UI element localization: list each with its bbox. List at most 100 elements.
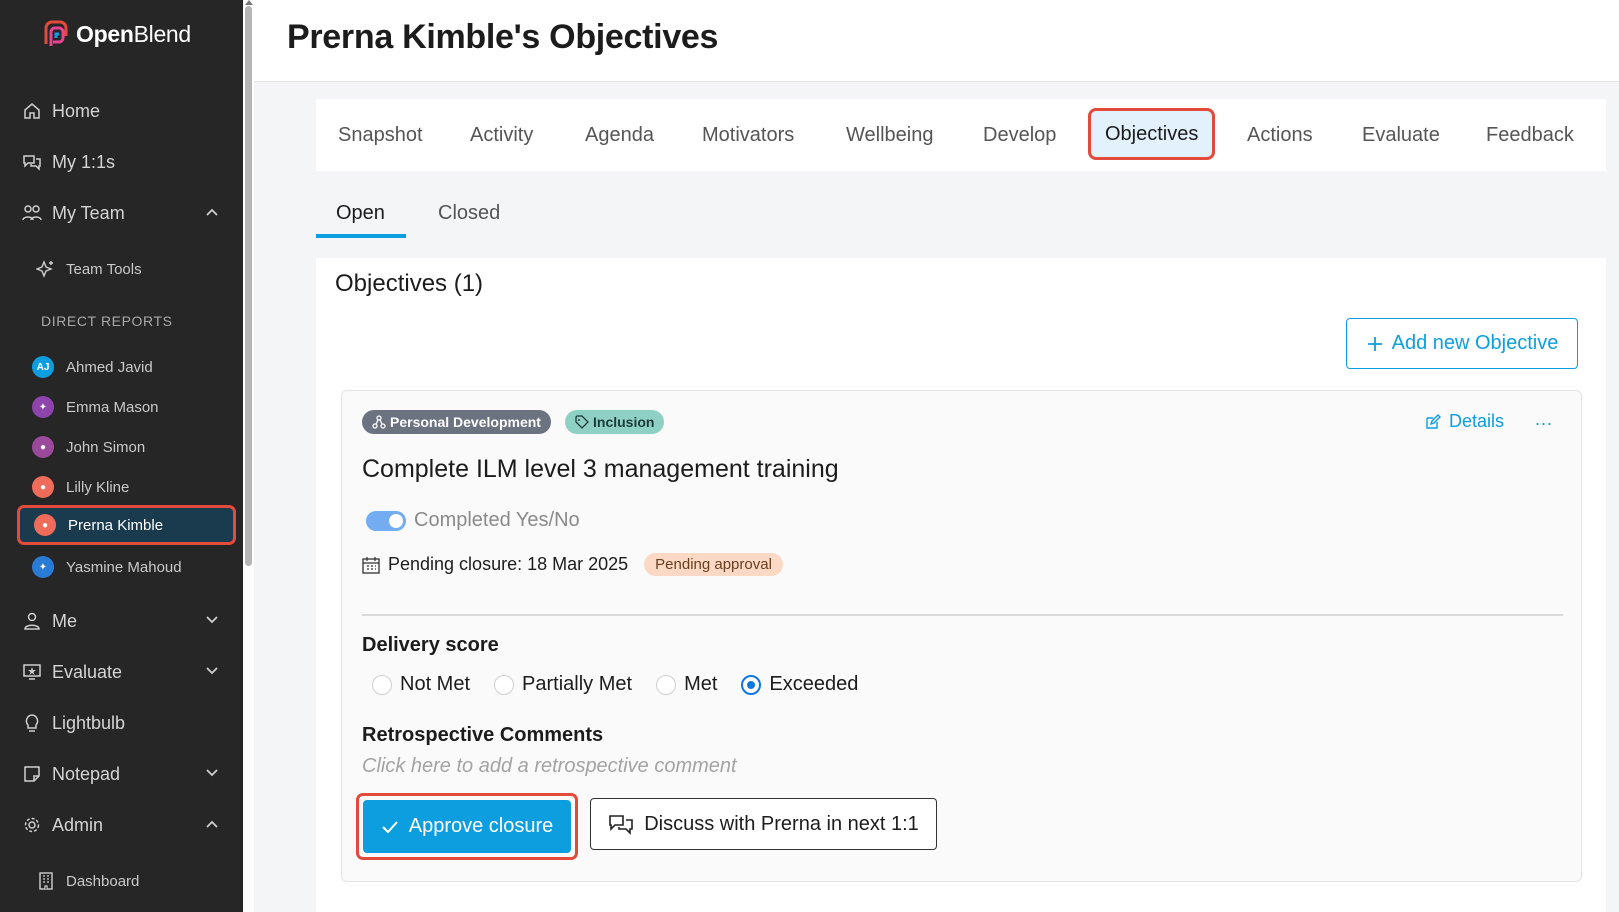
tab-feedback[interactable]: Feedback [1486,99,1574,171]
more-options-icon[interactable]: ... [1535,409,1553,430]
sidebar-item-me[interactable]: Me [0,601,243,641]
chat-bubbles-icon [609,815,634,835]
completed-toggle-row: Completed Yes/No [366,509,580,532]
add-objective-label: Add new Objective [1391,332,1559,354]
radio-label: Met [684,673,718,695]
chevron-up-icon[interactable] [205,205,219,219]
tab-actions[interactable]: Actions [1247,99,1313,171]
openblend-logo-icon [44,20,68,46]
avatar: ● [34,514,56,536]
chevron-down-icon[interactable] [205,766,219,780]
delivery-score-label: Delivery score [362,634,499,656]
radio-label: Partially Met [522,673,633,695]
subtab-closed[interactable]: Closed [438,202,500,225]
scroll-up-arrow-icon[interactable] [245,0,253,5]
chat-bubbles-icon [22,152,42,172]
openblend-logo[interactable]: OpenBlend [40,18,191,50]
sidebar-item-label: My Team [52,202,125,223]
tab-motivators[interactable]: Motivators [702,99,794,171]
discuss-in-next-1-1-button[interactable]: Discuss with Prerna in next 1:1 [590,798,937,850]
report-yasmine-mahoud[interactable]: ✦ Yasmine Mahoud [30,550,234,584]
calendar-icon [362,556,380,574]
delivery-score-options: Not Met Partially Met Met Exceeded [372,673,882,696]
sidebar-item-label: Me [52,610,78,631]
tab-evaluate[interactable]: Evaluate [1362,99,1440,171]
report-emma-mason[interactable]: ✦ Emma Mason [30,390,234,424]
tab-agenda[interactable]: Agenda [585,99,654,171]
tab-snapshot[interactable]: Snapshot [338,99,423,171]
report-name: John Simon [66,438,146,456]
scrollbar-thumb[interactable] [245,6,252,566]
score-not-met-radio[interactable]: Not Met [372,673,470,696]
sidebar-item-my-1-1s[interactable]: My 1:1s [0,142,243,182]
chevron-down-icon[interactable] [205,664,219,678]
divider [362,614,1563,616]
tab-activity[interactable]: Activity [470,99,533,171]
report-lilly-kline[interactable]: ● Lilly Kline [30,470,234,504]
team-icon [22,203,42,223]
avatar: ● [32,436,54,458]
report-name: Emma Mason [66,398,159,416]
sidebar-item-my-team[interactable]: My Team [0,193,243,233]
theme-tag-label: Inclusion [593,414,655,430]
subtab-open[interactable]: Open [336,202,385,225]
avatar: AJ [32,356,54,378]
radio-label: Exceeded [769,673,859,695]
score-met-radio[interactable]: Met [656,673,717,696]
sidebar-item-label: Dashboard [66,872,140,890]
lightbulb-icon [22,713,42,733]
report-name: Prerna Kimble [68,516,164,534]
sidebar-item-label: Lightbulb [52,712,126,733]
sidebar-item-admin[interactable]: Admin [0,805,243,845]
sidebar-item-evaluate[interactable]: Evaluate [0,652,243,692]
sidebar-item-notepad[interactable]: Notepad [0,754,243,794]
report-ahmed-javid[interactable]: AJ Ahmed Javid [30,350,234,384]
sidebar-item-home[interactable]: Home [0,91,243,131]
sidebar-item-lightbulb[interactable]: Lightbulb [0,703,243,743]
sparkles-icon [36,259,56,279]
approve-closure-highlight: Approve closure [356,793,578,860]
person-icon [22,611,42,631]
completed-toggle-label: Completed Yes/No [414,509,580,531]
tab-develop[interactable]: Develop [983,99,1056,171]
radio-circle [372,674,392,695]
radio-circle [741,674,762,695]
category-tag: Personal Development [362,410,551,434]
checkmark-icon [382,820,398,833]
score-exceeded-radio[interactable]: Exceeded [741,673,858,696]
retrospective-comment-input[interactable]: Click here to add a retrospective commen… [362,755,737,778]
report-john-simon[interactable]: ● John Simon [30,430,234,464]
objective-title[interactable]: Complete ILM level 3 management training [362,455,839,484]
sidebar-item-label: Home [52,100,101,121]
sidebar-item-team-tools[interactable]: Team Tools [0,252,243,286]
approve-closure-button[interactable]: Approve closure [363,800,571,853]
category-tag-label: Personal Development [390,414,541,430]
discuss-label: Discuss with Prerna in next 1:1 [644,812,919,835]
plus-icon [1367,336,1382,351]
sidebar-item-label: Evaluate [52,661,123,682]
edit-icon [1426,413,1441,429]
avatar: ✦ [32,556,54,578]
sidebar-item-dashboard[interactable]: Dashboard [0,864,243,898]
completed-toggle[interactable] [366,510,406,531]
chevron-up-icon[interactable] [205,817,219,831]
details-link[interactable]: Details [1425,411,1504,432]
avatar: ✦ [32,396,54,418]
logo-text: OpenBlend [76,20,191,47]
report-name: Ahmed Javid [66,358,153,376]
star-board-icon [22,662,42,682]
profile-tabs: Snapshot Activity Agenda Motivators Well… [316,99,1606,171]
sidebar-scrollbar[interactable] [243,0,254,912]
radio-label: Not Met [400,673,471,695]
theme-tag: Inclusion [565,410,665,434]
tab-wellbeing[interactable]: Wellbeing [846,99,933,171]
report-prerna-kimble[interactable]: ● Prerna Kimble [17,505,236,545]
chevron-down-icon[interactable] [205,613,219,627]
tab-objectives[interactable]: Objectives [1088,108,1216,160]
score-partially-met-radio[interactable]: Partially Met [494,673,632,696]
add-new-objective-button[interactable]: Add new Objective [1346,318,1578,369]
direct-reports-heading: DIRECT REPORTS [41,313,173,329]
pending-closure-text: Pending closure: 18 Mar 2025 [388,554,629,574]
details-label: Details [1449,411,1505,431]
page-title: Prerna Kimble's Objectives [287,18,719,56]
